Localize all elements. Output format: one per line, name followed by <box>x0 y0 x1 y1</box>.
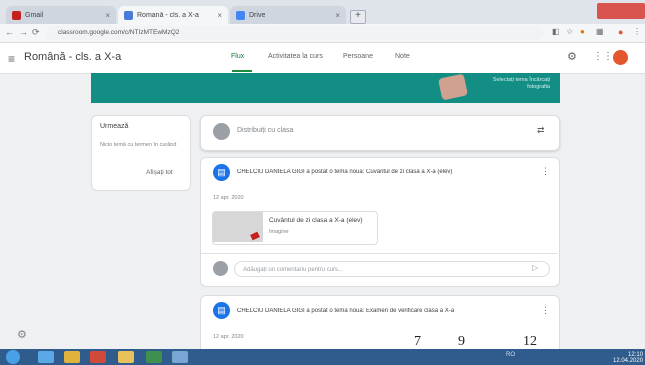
extension-icon[interactable]: ▦ <box>596 27 604 36</box>
user-avatar[interactable] <box>613 50 628 65</box>
folder-icon[interactable] <box>118 351 134 363</box>
tab-label: Gmail <box>25 11 44 19</box>
assignment-icon: ▤ <box>213 164 230 181</box>
class-title[interactable]: Română - cls. a X-a <box>24 51 121 63</box>
file-explorer-icon[interactable] <box>64 351 80 363</box>
view-all-link[interactable]: Afișați tot <box>146 169 173 176</box>
overlay-number: 12 <box>523 334 537 349</box>
assignment-icon: ▤ <box>213 302 230 319</box>
send-icon[interactable]: ▷ <box>532 263 538 272</box>
apps-grid-icon[interactable]: ⋮⋮ <box>593 51 613 62</box>
upcoming-empty-text: Nicio temă cu termen în curând <box>100 142 177 148</box>
share-placeholder[interactable]: Distribuiți cu clasa <box>237 127 293 134</box>
browser-tab-drive[interactable]: Drive × <box>230 6 346 24</box>
more-options-icon[interactable]: ⋮ <box>541 166 550 177</box>
extension-icon[interactable]: ◧ <box>552 27 560 36</box>
browser-tab-gmail[interactable]: Gmail × <box>6 6 116 24</box>
forward-icon[interactable]: → <box>19 27 28 37</box>
close-icon[interactable]: × <box>335 11 340 20</box>
tab-grades[interactable]: Note <box>395 53 410 60</box>
clock-date: 12.04.2020 <box>613 358 644 364</box>
bookmark-star-icon[interactable]: ☆ <box>566 27 573 36</box>
hamburger-menu-icon[interactable]: ≡ <box>8 52 15 66</box>
drive-favicon-icon <box>236 10 245 20</box>
tab-people[interactable]: Persoane <box>343 53 373 60</box>
avatar <box>213 123 230 140</box>
tab-label: Romană - cls. a X-a <box>137 11 199 19</box>
attachment-title[interactable]: Cuvântul de zi clasa a X-a (elev) <box>269 217 369 224</box>
divider <box>201 253 557 254</box>
tab-stream[interactable]: Flux <box>231 53 244 60</box>
new-tab-button[interactable]: + <box>350 10 366 24</box>
back-icon[interactable]: ← <box>5 27 14 37</box>
tab-label: Drive <box>249 11 266 19</box>
post-title[interactable]: CHELCIU DANIELA GIGI a postat o temă nou… <box>237 308 527 314</box>
browser-tab-classroom[interactable]: Romană - cls. a X-a × <box>118 6 228 24</box>
avatar <box>213 261 228 276</box>
settings-gear-icon[interactable]: ⚙ <box>567 50 577 63</box>
post-date: 12 apr. 2020 <box>213 334 244 340</box>
address-bar[interactable]: classroom.google.com/c/NTIzMTEwMzQ2 <box>46 26 544 40</box>
active-tab-indicator <box>232 70 252 72</box>
chrome-icon[interactable] <box>146 351 162 363</box>
gmail-favicon-icon <box>12 10 21 20</box>
window-controls[interactable] <box>597 3 645 19</box>
tab-classwork[interactable]: Activitatea la curs <box>268 53 323 60</box>
overlay-number: 7 <box>414 334 421 349</box>
close-icon[interactable]: × <box>217 11 222 20</box>
media-player-icon[interactable] <box>90 351 106 363</box>
banner-customize-text[interactable]: Selectați tema Încărcați fotografia <box>488 77 550 91</box>
comment-input[interactable]: Adăugați un comentariu pentru curs... <box>234 261 550 277</box>
close-icon[interactable]: × <box>105 11 110 20</box>
browser-menu-icon[interactable]: ⋮ <box>633 27 641 36</box>
attachment-type: Imagine <box>269 229 289 235</box>
taskbar-clock[interactable]: 12:10 12.04.2020 <box>613 352 643 364</box>
post-date: 12 apr. 2020 <box>213 195 244 201</box>
repost-icon[interactable]: ⇄ <box>537 125 545 136</box>
help-settings-icon[interactable]: ⚙ <box>17 328 27 341</box>
upcoming-title: Urmează <box>100 123 129 130</box>
extension-orange-icon[interactable]: ● <box>580 27 585 36</box>
more-options-icon[interactable]: ⋮ <box>541 305 550 316</box>
classroom-favicon-icon <box>124 10 133 20</box>
app-icon[interactable] <box>172 351 188 363</box>
post-title[interactable]: CHELCIU DANIELA GIGI a postat o temă nou… <box>237 169 527 175</box>
language-indicator[interactable]: RO <box>506 352 515 358</box>
profile-icon[interactable]: ● <box>618 27 623 37</box>
internet-explorer-icon[interactable] <box>38 351 54 363</box>
reload-icon[interactable]: ⟳ <box>32 27 40 38</box>
stream-post <box>200 295 560 357</box>
start-button[interactable] <box>6 350 20 364</box>
overlay-number: 9 <box>458 334 465 349</box>
